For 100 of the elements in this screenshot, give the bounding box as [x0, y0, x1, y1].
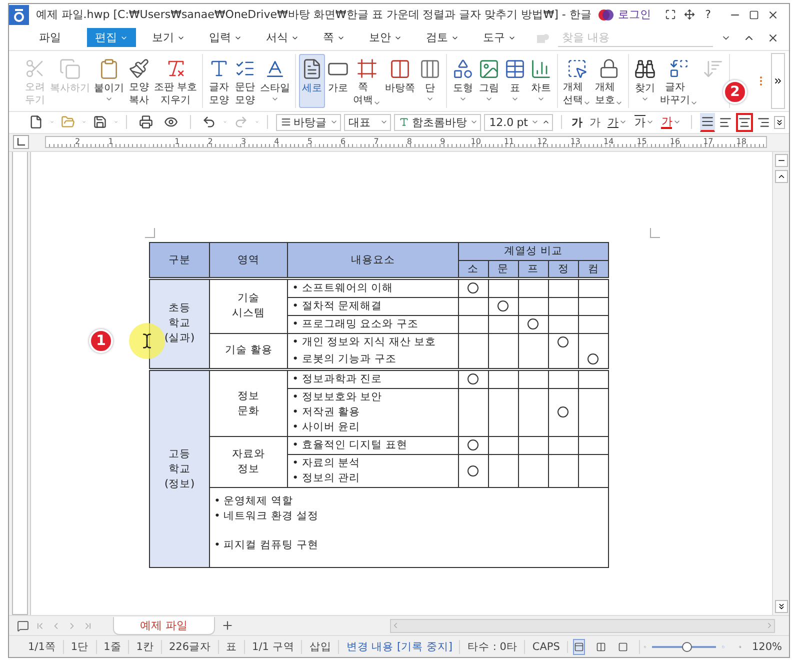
- language-select[interactable]: 대표: [344, 114, 392, 131]
- header-cell: 소: [458, 260, 488, 278]
- ribbon-button[interactable]: 개체 선택: [561, 54, 594, 108]
- ribbon-button[interactable]: 차트: [528, 54, 554, 108]
- zoom-level: 120%: [750, 640, 783, 653]
- header-cell: 구분: [150, 242, 210, 278]
- menu-tab[interactable]: 쪽: [315, 28, 353, 48]
- ruler-number: 18: [735, 137, 748, 148]
- menu-tab[interactable]: 보안: [361, 28, 410, 48]
- content-cell: • 자료의 분석 • 정보의 관리: [288, 454, 458, 488]
- ruler-number: 12: [536, 137, 548, 148]
- content-cell: • 효율적인 디지털 표현: [288, 436, 458, 455]
- style-select[interactable]: 바탕글: [276, 114, 341, 131]
- ribbon-button[interactable]: 모양 복사: [126, 54, 152, 108]
- list-item: • 네트워크 환경 설정: [214, 509, 320, 524]
- list-item: • 피지컬 컴퓨팅 구현: [214, 538, 320, 554]
- ruler-number: 15: [636, 137, 648, 148]
- help-button[interactable]: ?: [705, 8, 711, 22]
- status-item: 1줄: [96, 640, 130, 654]
- ribbon-button[interactable]: 찾기: [632, 54, 658, 108]
- header-cell: 계열성 비교: [458, 242, 608, 260]
- menu-tab[interactable]: 도구: [475, 28, 524, 48]
- status-item: 표: [219, 640, 246, 654]
- ribbon-button[interactable]: 바탕쪽: [383, 54, 418, 108]
- content-cell: • 정보과학과 진로: [288, 370, 458, 389]
- category-cell: 초등 학교 (실과): [150, 278, 210, 370]
- header-cell: 정: [548, 260, 578, 278]
- step-marker: 2: [723, 80, 747, 104]
- ribbon-button[interactable]: 조판 부호 지우기: [152, 54, 200, 108]
- area-cell: 기술 시스템: [210, 278, 288, 334]
- menu-tab[interactable]: 서식: [258, 28, 307, 48]
- status-item: 226글자: [162, 640, 220, 654]
- ribbon-button[interactable]: 글자 모양: [206, 54, 232, 108]
- font-select[interactable]: 함초롬바탕: [394, 114, 482, 131]
- content-cell: • 절차적 문제해결: [288, 297, 458, 316]
- font-size-field[interactable]: 12.0 pt: [484, 114, 553, 131]
- ruler-number: 5: [306, 137, 314, 148]
- area-cell: 자료와 정보: [210, 436, 288, 488]
- ruler-number: 1: [107, 137, 114, 148]
- ruler-number: 2: [74, 137, 82, 148]
- ruler-number: 14: [602, 137, 615, 148]
- ribbon-button[interactable]: 스타일: [258, 54, 292, 108]
- ruler-number: 7: [372, 137, 380, 148]
- menu-tab[interactable]: 편집: [87, 28, 136, 48]
- content-cell: • 정보보호와 보안 • 저작권 활용 • 사이버 윤리: [288, 388, 458, 437]
- ribbon-button[interactable]: 세로: [299, 54, 326, 108]
- ribbon-button[interactable]: 문단 모양: [232, 54, 258, 108]
- content-cell: • 프로그래밍 요소와 구조: [288, 315, 458, 334]
- content-cell: • 소프트웨어의 이해: [288, 278, 458, 298]
- italic-button[interactable]: 가: [587, 114, 602, 130]
- ribbon-button[interactable]: 가로: [325, 54, 352, 108]
- underline-button[interactable]: 가: [605, 114, 630, 130]
- status-item: 1/1 구역: [245, 640, 302, 654]
- ruler-number: 17: [702, 137, 714, 148]
- ruler-number: 4: [273, 137, 280, 148]
- status-item: 1칸: [129, 640, 162, 654]
- ribbon-button[interactable]: 붙이기: [92, 54, 126, 108]
- horizontal-ruler[interactable]: 2 1 1 2 3 4 5 6 7 8 9 10 11 12 13 14 15 16 17 18: [45, 136, 767, 148]
- track-changes-link[interactable]: 변경 내용 [기록 중지]: [339, 640, 460, 654]
- status-item: CAPS: [525, 640, 568, 653]
- ruler-number: 2: [206, 137, 214, 148]
- bold-button[interactable]: 가: [569, 114, 584, 130]
- ribbon-button[interactable]: 도형: [450, 54, 476, 108]
- ruler-number: 13: [569, 137, 582, 148]
- ribbon-button[interactable]: 표: [502, 54, 528, 108]
- color-button[interactable]: 가: [659, 116, 684, 129]
- category-cell: 고등 학교 (정보): [150, 370, 210, 568]
- status-item: 1단: [64, 640, 97, 654]
- status-item: 삽입: [302, 640, 340, 654]
- ruler-number: 16: [668, 137, 682, 148]
- menu-tab[interactable]: 입력: [201, 28, 250, 48]
- ruler-number: 9: [439, 137, 446, 148]
- document-tab[interactable]: 예제 파일: [113, 616, 214, 635]
- ruler-number: 10: [470, 137, 482, 148]
- ribbon-button[interactable]: 쪽 여백: [351, 54, 384, 108]
- login-link[interactable]: 로그인: [618, 7, 652, 22]
- ruler-number: 3: [240, 137, 248, 148]
- ribbon-button[interactable]: 개체 보호: [593, 54, 626, 108]
- header-cell: 프: [518, 260, 548, 278]
- ribbon-button[interactable]: 그림: [476, 54, 502, 108]
- ruler-number: 6: [340, 137, 347, 148]
- ruler-number: 11: [502, 137, 516, 148]
- ribbon-button[interactable]: 단: [417, 54, 444, 108]
- search-field[interactable]: 찾을 내용: [558, 28, 713, 47]
- menu-tab[interactable]: 파일: [31, 28, 69, 48]
- window-title: 예제 파일.hwp [C:₩Users₩sanae₩OneDrive₩바탕 화면₩한글 표 가운데 정렬과 글자 맞추기 방법₩] - 한글: [34, 7, 592, 22]
- strike-button[interactable]: 가: [632, 114, 656, 130]
- list-item: • 운영체제 역할: [214, 494, 294, 510]
- header-cell: 문: [488, 260, 518, 278]
- area-cell: 정보 문화: [210, 370, 288, 437]
- ribbon-button[interactable]: 글자 바꾸기: [658, 54, 700, 108]
- ruler-number: 8: [406, 137, 414, 148]
- status-item: 1/1쪽: [21, 640, 64, 654]
- header-cell: 영역: [210, 242, 288, 278]
- ruler-number: 1: [174, 137, 181, 148]
- header-cell: 내용요소: [288, 242, 458, 278]
- menu-tab[interactable]: 보기: [144, 28, 193, 48]
- menu-tab[interactable]: 검토: [418, 28, 467, 48]
- status-item: 타수 : 0타: [460, 640, 526, 654]
- header-cell: 컴: [578, 260, 608, 278]
